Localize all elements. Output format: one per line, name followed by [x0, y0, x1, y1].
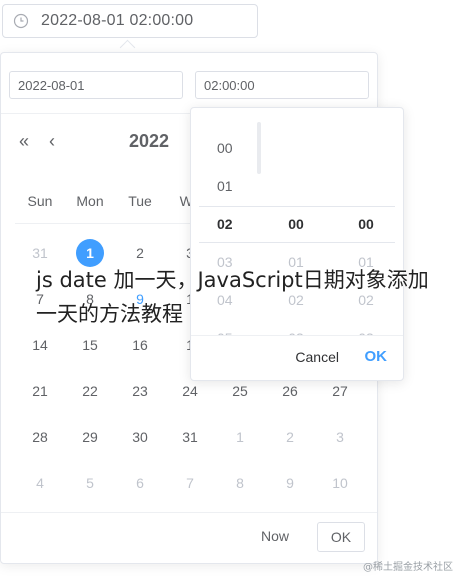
day-cell[interactable]: 3 — [315, 423, 365, 451]
day-cell[interactable]: 30 — [115, 423, 165, 451]
day-cell[interactable]: 29 — [65, 423, 115, 451]
selection-bar-bottom — [199, 242, 395, 243]
hour-item-selected[interactable]: 02 — [199, 205, 269, 243]
day-cell[interactable]: 16 — [115, 331, 165, 359]
panel-time-input-value: 02:00:00 — [204, 77, 255, 93]
day-cell[interactable]: 24 — [165, 377, 215, 405]
datetime-trigger-value: 2022-08-01 02:00:00 — [41, 12, 194, 29]
panel-time-input[interactable]: 02:00:00 — [195, 71, 369, 99]
weekday-label: Tue — [128, 193, 152, 209]
time-panel-footer: Cancel OK — [191, 335, 403, 380]
day-cell[interactable]: 5 — [65, 469, 115, 497]
second-item-selected[interactable]: 00 — [331, 205, 401, 243]
minute-item-selected[interactable]: 00 — [261, 205, 331, 243]
ok-button[interactable]: OK — [317, 522, 365, 552]
week-row: 4 5 6 7 8 9 10 — [15, 460, 365, 506]
hour-item[interactable]: 00 — [199, 129, 269, 167]
day-cell[interactable]: 26 — [265, 377, 315, 405]
minute-item[interactable] — [261, 167, 331, 205]
week-row: 28 29 30 31 1 2 3 — [15, 414, 365, 460]
watermark: @稀土掘金技术社区 — [363, 562, 453, 573]
day-cell[interactable]: 27 — [315, 377, 365, 405]
clock-icon — [13, 13, 29, 29]
day-cell[interactable]: 8 — [215, 469, 265, 497]
time-ok-button[interactable]: OK — [365, 348, 388, 365]
hour-item[interactable]: 01 — [199, 167, 269, 205]
day-cell[interactable]: 1 — [215, 423, 265, 451]
time-cancel-button[interactable]: Cancel — [295, 349, 339, 365]
article-title-caption: js date 加一天，JavaScript日期对象添加一天的方法教程 — [36, 268, 429, 326]
panel-footer: Now OK — [1, 512, 377, 563]
day-cell[interactable]: 2 — [265, 423, 315, 451]
day-cell[interactable]: 28 — [15, 423, 65, 451]
day-cell[interactable]: 23 — [115, 377, 165, 405]
weekday-label: Sun — [27, 193, 53, 209]
second-item[interactable] — [331, 129, 401, 167]
day-cell[interactable]: 9 — [265, 469, 315, 497]
weekday-label: Mon — [76, 193, 104, 209]
prev-month-button[interactable]: ‹ — [49, 129, 55, 153]
panel-date-input[interactable]: 2022-08-01 — [9, 71, 183, 99]
day-cell[interactable]: 7 — [165, 469, 215, 497]
day-cell[interactable]: 6 — [115, 469, 165, 497]
day-cell[interactable]: 31 — [165, 423, 215, 451]
prev-year-button[interactable]: « — [19, 129, 29, 153]
day-cell[interactable]: 4 — [15, 469, 65, 497]
day-cell[interactable]: 14 — [15, 331, 65, 359]
day-cell[interactable]: 15 — [65, 331, 115, 359]
day-cell[interactable]: 10 — [315, 469, 365, 497]
time-spinner-panel: 00 01 02 03 04 05 00 01 02 03 00 01 02 0… — [190, 107, 404, 381]
minute-item[interactable] — [261, 129, 331, 167]
panel-date-input-value: 2022-08-01 — [18, 77, 85, 93]
day-cell[interactable]: 22 — [65, 377, 115, 405]
year-label[interactable]: 2022 — [129, 129, 169, 153]
selection-bar-top — [199, 206, 395, 207]
second-item[interactable] — [331, 167, 401, 205]
day-cell[interactable]: 21 — [15, 377, 65, 405]
now-button[interactable]: Now — [261, 528, 289, 544]
datetime-trigger-input[interactable]: 2022-08-01 02:00:00 — [2, 4, 258, 38]
day-cell[interactable]: 25 — [215, 377, 265, 405]
